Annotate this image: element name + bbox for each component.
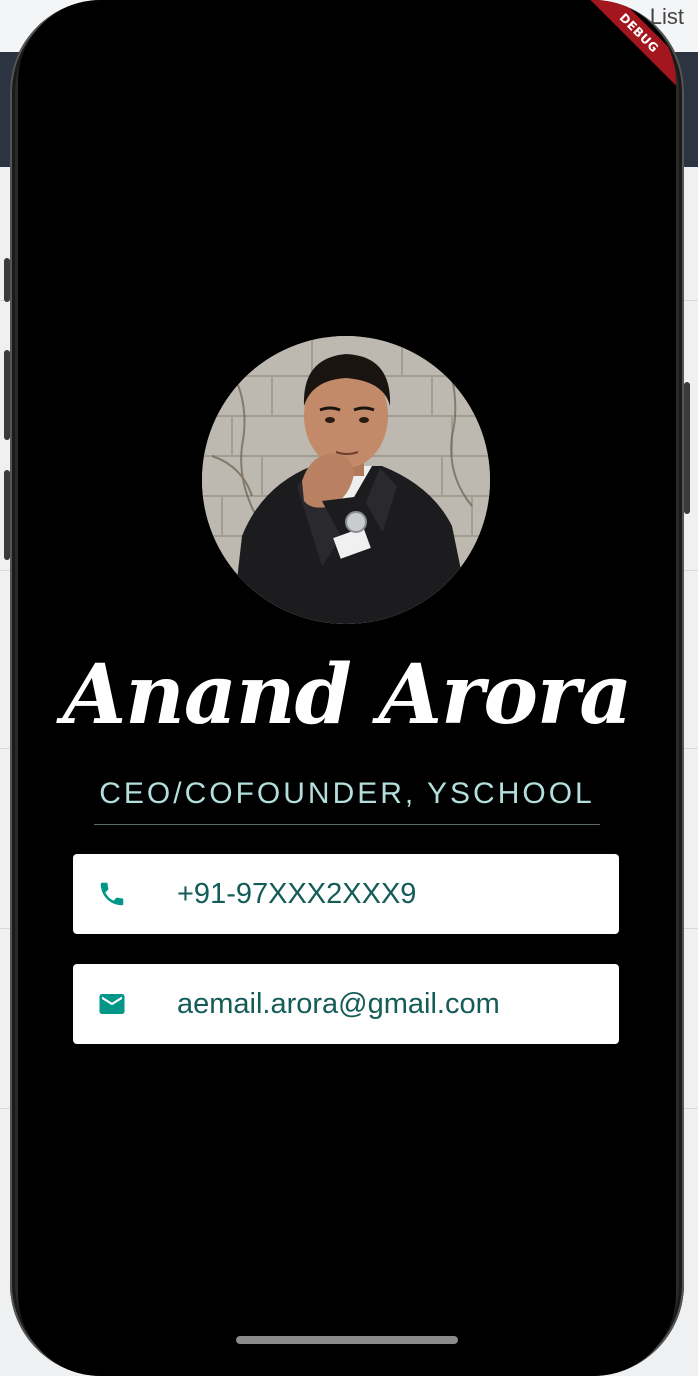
phone-number: +91-97XXX2XXX9 xyxy=(177,878,417,910)
section-divider xyxy=(94,824,600,825)
app-screen: DEBUG Anand Arora CEO/COFOUNDER, YSCHOOL… xyxy=(18,0,676,1376)
profile-name: Anand Arora xyxy=(62,647,633,743)
volume-down-button xyxy=(4,470,10,560)
avatar-photo xyxy=(202,336,490,624)
home-indicator[interactable] xyxy=(236,1336,458,1344)
mail-icon xyxy=(97,989,127,1019)
profile-avatar xyxy=(202,336,490,624)
phone-card[interactable]: +91-97XXX2XXX9 xyxy=(73,854,619,934)
phone-icon xyxy=(97,879,127,909)
mute-switch xyxy=(4,258,10,302)
power-button xyxy=(684,382,690,514)
email-card[interactable]: aemail.arora@gmail.com xyxy=(73,964,619,1044)
email-address: aemail.arora@gmail.com xyxy=(177,988,500,1020)
profile-title: CEO/COFOUNDER, YSCHOOL xyxy=(99,777,595,810)
volume-up-button xyxy=(4,350,10,440)
